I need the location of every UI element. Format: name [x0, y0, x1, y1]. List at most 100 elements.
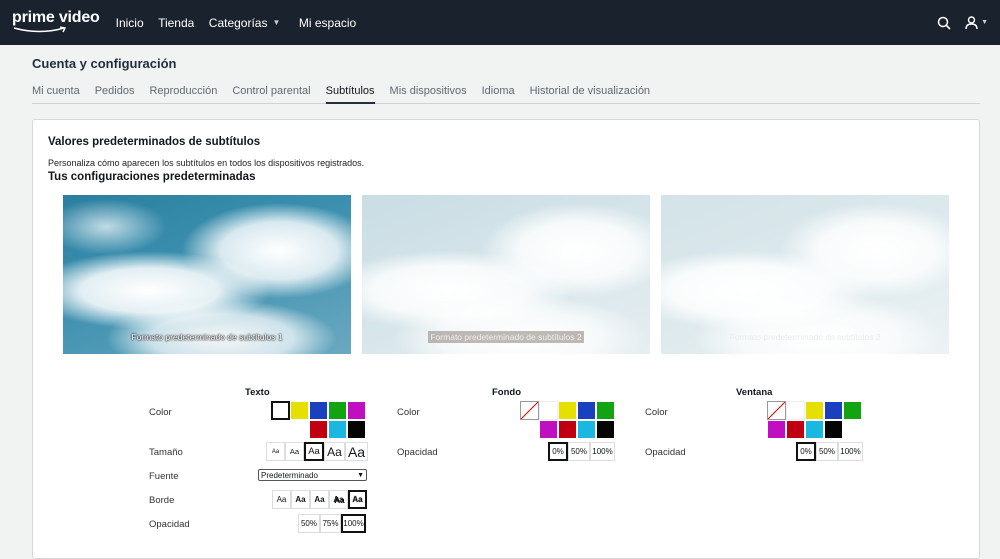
border-option-none[interactable]: Aa [272, 490, 291, 509]
nav-inicio[interactable]: Inicio [116, 16, 144, 30]
nav-tienda[interactable]: Tienda [158, 16, 194, 30]
color-magenta-swatch[interactable] [347, 401, 366, 420]
color-white-swatch[interactable] [271, 401, 290, 420]
opacity-option-100[interactable]: 100% [341, 514, 366, 533]
account-page: Cuenta y configuración Mi cuenta Pedidos… [0, 45, 1000, 559]
color-blue-swatch[interactable] [309, 401, 328, 420]
no-color-icon [521, 402, 538, 419]
color-cyan-swatch[interactable] [805, 420, 824, 439]
preset-preview-2[interactable]: Formato predeterminado de subtítulos 2 [362, 195, 650, 354]
color-green-swatch[interactable] [596, 401, 615, 420]
user-icon [965, 15, 978, 29]
color-green-swatch[interactable] [843, 401, 862, 420]
search-icon[interactable] [937, 16, 951, 30]
color-magenta-swatch[interactable] [539, 420, 558, 439]
color-green-swatch[interactable] [328, 401, 347, 420]
tab-control-parental[interactable]: Control parental [232, 85, 310, 104]
subtitle-settings-card: Valores predeterminados de subtítulos Pe… [32, 119, 980, 559]
nav-categorias[interactable]: Categorías ▼ [209, 16, 281, 30]
top-bar: prime video Inicio Tienda Categorías ▼ Mi… [0, 0, 1000, 45]
tab-historial[interactable]: Historial de visualización [530, 85, 650, 104]
nav-mi-espacio[interactable]: Mi espacio [299, 16, 356, 30]
opacity-option-0[interactable]: 0% [796, 442, 816, 461]
color-cyan-swatch[interactable] [577, 420, 596, 439]
ventana-opacity-label: Opacidad [645, 447, 686, 458]
color-red-swatch[interactable] [309, 420, 328, 439]
border-option-outline[interactable]: Aa [348, 490, 367, 509]
border-option-shadow[interactable]: Aa [329, 490, 348, 509]
texto-opacity-options: 50% 75% 100% [298, 514, 366, 533]
color-none-swatch[interactable] [520, 401, 539, 420]
texto-border-options: Aa Aa Aa Aa Aa [272, 490, 367, 509]
border-option-depressed[interactable]: Aa [310, 490, 329, 509]
tab-subtitulos[interactable]: Subtítulos [325, 85, 375, 104]
opacity-option-0[interactable]: 0% [548, 442, 568, 461]
ventana-color-grid [767, 401, 862, 439]
opacity-option-50[interactable]: 50% [568, 442, 590, 461]
size-option-l[interactable]: Aa [324, 442, 345, 461]
texto-size-options: Aa Aa Aa Aa Aa [266, 442, 368, 461]
texto-color-label: Color [149, 407, 172, 418]
chevron-down-icon: ▼ [357, 471, 364, 479]
texto-title: Texto [245, 387, 270, 398]
settings-tabs: Mi cuenta Pedidos Reproducción Control p… [32, 85, 980, 104]
color-yellow-swatch[interactable] [558, 401, 577, 420]
color-white-swatch[interactable] [539, 401, 558, 420]
tab-idioma[interactable]: Idioma [482, 85, 515, 104]
color-black-swatch[interactable] [824, 420, 843, 439]
texto-border-label: Borde [149, 495, 175, 506]
texto-font-label: Fuente [149, 471, 179, 482]
color-none-swatch[interactable] [767, 401, 786, 420]
section-title: Valores predeterminados de subtítulos [48, 136, 261, 148]
color-blue-swatch[interactable] [824, 401, 843, 420]
tab-pedidos[interactable]: Pedidos [95, 85, 135, 104]
preset-preview-3[interactable]: Formato predeterminado de subtítulos 3 [661, 195, 949, 354]
color-red-swatch[interactable] [558, 420, 577, 439]
opacity-option-100[interactable]: 100% [590, 442, 615, 461]
fondo-color-grid [520, 401, 615, 439]
preset-preview-1[interactable]: Formato predeterminado de subtítulos 1 [63, 195, 351, 354]
color-yellow-swatch[interactable] [290, 401, 309, 420]
opacity-option-50[interactable]: 50% [816, 442, 838, 461]
border-option-raised[interactable]: Aa [291, 490, 310, 509]
no-color-icon [768, 402, 785, 419]
preset-caption-1: Formato predeterminado de subtítulos 1 [131, 332, 283, 342]
chevron-down-icon: ▼ [272, 18, 281, 27]
opacity-option-50[interactable]: 50% [298, 514, 320, 533]
size-option-s[interactable]: Aa [285, 442, 304, 461]
presets-title: Tus configuraciones predeterminadas [48, 171, 256, 183]
tab-mis-dispositivos[interactable]: Mis dispositivos [390, 85, 467, 104]
color-yellow-swatch[interactable] [805, 401, 824, 420]
tab-reproduccion[interactable]: Reproducción [149, 85, 217, 104]
nav-categorias-label: Categorías [208, 15, 268, 30]
preset-caption-2: Formato predeterminado de subtítulos 2 [428, 331, 584, 343]
color-white-swatch[interactable] [786, 401, 805, 420]
opacity-option-100[interactable]: 100% [838, 442, 863, 461]
color-black-swatch[interactable] [596, 420, 615, 439]
size-option-xs[interactable]: Aa [266, 442, 285, 461]
main-nav: Inicio Tienda Categorías ▼ Mi espacio [116, 14, 367, 32]
font-select[interactable]: Predeterminado ▼ [258, 469, 367, 481]
size-option-xl[interactable]: Aa [345, 442, 368, 461]
user-menu[interactable]: ▼ [965, 15, 988, 30]
opacity-option-75[interactable]: 75% [320, 514, 341, 533]
color-blue-swatch[interactable] [577, 401, 596, 420]
preset-caption-3: Formato predeterminado de subtítulos 3 [729, 332, 881, 342]
color-black-swatch[interactable] [347, 420, 366, 439]
font-select-value: Predeterminado [261, 470, 318, 480]
smile-arrow-icon [13, 26, 67, 33]
ventana-opacity-options: 0% 50% 100% [796, 442, 863, 461]
color-red-swatch[interactable] [786, 420, 805, 439]
fondo-opacity-options: 0% 50% 100% [548, 442, 615, 461]
size-option-m[interactable]: Aa [304, 442, 324, 461]
tab-mi-cuenta[interactable]: Mi cuenta [32, 85, 80, 104]
prime-video-logo[interactable]: prime video [12, 9, 100, 34]
color-magenta-swatch[interactable] [767, 420, 786, 439]
texto-size-label: Tamaño [149, 447, 183, 458]
section-description: Personaliza cómo aparecen los subtítulos… [48, 158, 365, 168]
fondo-opacity-label: Opacidad [397, 447, 438, 458]
color-cyan-swatch[interactable] [328, 420, 347, 439]
texto-opacity-label: Opacidad [149, 519, 190, 530]
fondo-title: Fondo [492, 387, 522, 398]
fondo-color-label: Color [397, 407, 420, 418]
